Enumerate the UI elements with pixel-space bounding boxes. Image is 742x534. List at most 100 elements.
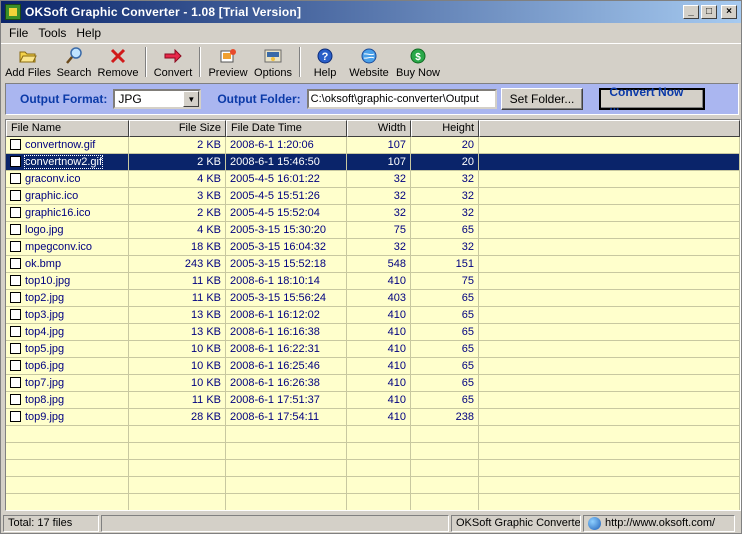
column-header-width[interactable]: Width: [347, 120, 411, 137]
file-size: 11 KB: [129, 392, 226, 409]
image-width: 75: [347, 222, 411, 239]
empty-cell: [347, 443, 411, 460]
empty-cell: [6, 494, 129, 510]
table-row[interactable]: top5.jpg 10 KB 2008-6-1 16:22:31 410 65: [6, 341, 740, 358]
table-row[interactable]: logo.jpg 4 KB 2005-3-15 15:30:20 75 65: [6, 222, 740, 239]
row-checkbox[interactable]: [10, 207, 21, 218]
image-width: 410: [347, 273, 411, 290]
empty-cell: [129, 443, 226, 460]
folder-open-icon: [19, 47, 37, 65]
table-row[interactable]: convertnow2.gif 2 KB 2008-6-1 15:46:50 107 2…: [6, 154, 740, 171]
row-checkbox[interactable]: [10, 156, 21, 167]
file-name-cell: graconv.ico: [6, 171, 129, 188]
image-height: 65: [411, 358, 479, 375]
image-width: 403: [347, 290, 411, 307]
image-height: 20: [411, 137, 479, 154]
row-checkbox[interactable]: [10, 292, 21, 303]
website-button[interactable]: Website: [345, 44, 393, 80]
table-row[interactable]: top6.jpg 10 KB 2008-6-1 16:25:46 410 65: [6, 358, 740, 375]
convert-button[interactable]: Convert: [151, 44, 195, 80]
image-height: 20: [411, 154, 479, 171]
toolbar: Add Files Search Remove Convert Preview …: [1, 43, 741, 81]
image-height: 238: [411, 409, 479, 426]
column-header-file-name[interactable]: File Name: [6, 120, 129, 137]
help-icon: ?: [316, 47, 334, 65]
row-checkbox[interactable]: [10, 411, 21, 422]
row-checkbox[interactable]: [10, 139, 21, 150]
table-row[interactable]: top2.jpg 11 KB 2005-3-15 15:56:24 403 65: [6, 290, 740, 307]
menu-tools[interactable]: Tools: [34, 24, 72, 42]
file-date-time: 2008-6-1 1:20:06: [226, 137, 347, 154]
empty-cell: [479, 426, 740, 443]
row-checkbox[interactable]: [10, 241, 21, 252]
empty-cell: [6, 477, 129, 494]
table-row[interactable]: graphic.ico 3 KB 2005-4-5 15:51:26 32 32: [6, 188, 740, 205]
image-width: 32: [347, 188, 411, 205]
image-height: 151: [411, 256, 479, 273]
table-row[interactable]: convertnow.gif 2 KB 2008-6-1 1:20:06 107 20: [6, 137, 740, 154]
row-checkbox[interactable]: [10, 394, 21, 405]
table-row[interactable]: top4.jpg 13 KB 2008-6-1 16:16:38 410 65: [6, 324, 740, 341]
set-folder-button[interactable]: Set Folder...: [500, 88, 584, 110]
file-date-time: 2008-6-1 16:16:38: [226, 324, 347, 341]
column-header-height[interactable]: Height: [411, 120, 479, 137]
row-checkbox[interactable]: [10, 258, 21, 269]
table-row[interactable]: top10.jpg 11 KB 2008-6-1 18:10:14 410 75: [6, 273, 740, 290]
file-name-cell: top5.jpg: [6, 341, 129, 358]
output-folder-input[interactable]: C:\oksoft\graphic-converter\Output: [306, 89, 497, 109]
options-button[interactable]: Options: [251, 44, 295, 80]
table-row[interactable]: graconv.ico 4 KB 2005-4-5 16:01:22 32 32: [6, 171, 740, 188]
row-checkbox[interactable]: [10, 377, 21, 388]
file-name-cell: mpegconv.ico: [6, 239, 129, 256]
buy-now-button[interactable]: $ Buy Now: [393, 44, 443, 80]
file-name-cell: graphic16.ico: [6, 205, 129, 222]
menu-help[interactable]: Help: [72, 24, 107, 42]
row-checkbox[interactable]: [10, 343, 21, 354]
file-date-time: 2008-6-1 17:51:37: [226, 392, 347, 409]
file-name-cell: top2.jpg: [6, 290, 129, 307]
row-checkbox[interactable]: [10, 224, 21, 235]
help-button[interactable]: ? Help: [305, 44, 345, 80]
search-button[interactable]: Search: [53, 44, 95, 80]
row-checkbox[interactable]: [10, 275, 21, 286]
file-name: top4.jpg: [25, 326, 65, 338]
row-checkbox[interactable]: [10, 173, 21, 184]
table-row[interactable]: top7.jpg 10 KB 2008-6-1 16:26:38 410 65: [6, 375, 740, 392]
table-row[interactable]: top3.jpg 13 KB 2008-6-1 16:12:02 410 65: [6, 307, 740, 324]
status-website[interactable]: http://www.oksoft.com/: [583, 514, 735, 532]
file-date-time: 2008-6-1 15:46:50: [226, 154, 347, 171]
menu-file[interactable]: File: [5, 24, 34, 42]
add-files-button[interactable]: Add Files: [3, 44, 53, 80]
image-height: 65: [411, 222, 479, 239]
column-header-filler: [479, 120, 740, 137]
row-checkbox[interactable]: [10, 326, 21, 337]
table-row[interactable]: ok.bmp 243 KB 2005-3-15 15:52:18 548 151: [6, 256, 740, 273]
close-button[interactable]: ×: [721, 5, 737, 19]
chevron-down-icon[interactable]: ▼: [183, 91, 200, 107]
row-checkbox[interactable]: [10, 309, 21, 320]
convert-now-button[interactable]: Convert Now ...: [599, 85, 706, 113]
table-row[interactable]: top9.jpg 28 KB 2008-6-1 17:54:11 410 238: [6, 409, 740, 426]
file-list[interactable]: File Name File Size File Date Time Width…: [5, 119, 741, 511]
row-checkbox[interactable]: [10, 360, 21, 371]
output-format-select[interactable]: JPG ▼: [113, 89, 202, 109]
file-name-cell: convertnow.gif: [6, 137, 129, 154]
file-name-cell: convertnow2.gif: [6, 154, 129, 171]
file-name: convertnow2.gif: [23, 155, 104, 169]
row-checkbox[interactable]: [10, 190, 21, 201]
empty-table-row: [6, 477, 740, 494]
empty-cell: [347, 460, 411, 477]
remove-button[interactable]: Remove: [95, 44, 141, 80]
table-row[interactable]: mpegconv.ico 18 KB 2005-3-15 16:04:32 32 32: [6, 239, 740, 256]
file-size: 18 KB: [129, 239, 226, 256]
table-row[interactable]: graphic16.ico 2 KB 2005-4-5 15:52:04 32 32: [6, 205, 740, 222]
column-header-file-date[interactable]: File Date Time: [226, 120, 347, 137]
column-header-file-size[interactable]: File Size: [129, 120, 226, 137]
minimize-button[interactable]: _: [683, 5, 699, 19]
image-width: 107: [347, 154, 411, 171]
table-row[interactable]: top8.jpg 11 KB 2008-6-1 17:51:37 410 65: [6, 392, 740, 409]
maximize-button[interactable]: □: [701, 5, 717, 19]
title-bar[interactable]: OKSoft Graphic Converter - 1.08 [Trial V…: [1, 1, 741, 23]
file-name-cell: graphic.ico: [6, 188, 129, 205]
preview-button[interactable]: Preview: [205, 44, 251, 80]
